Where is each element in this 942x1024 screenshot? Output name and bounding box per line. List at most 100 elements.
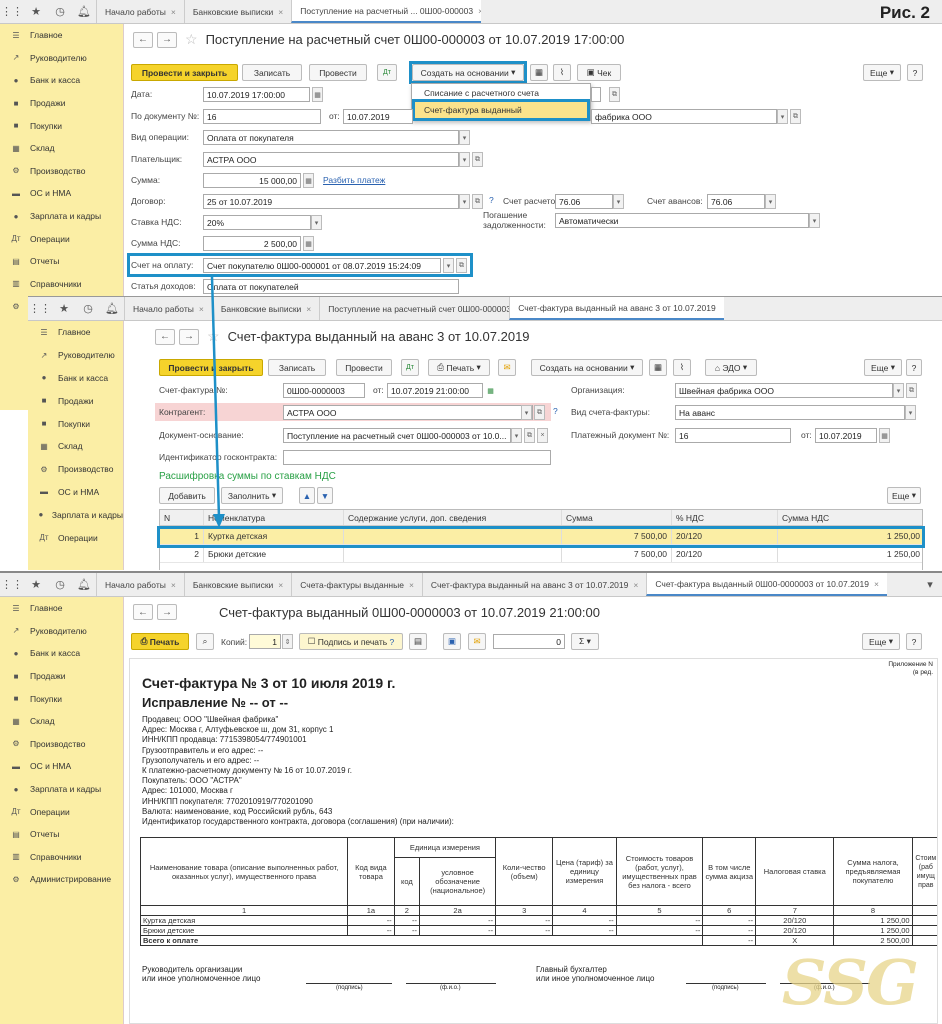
dropdown-icon[interactable]: ▾ <box>765 194 776 209</box>
sidebar-item-5[interactable]: ■ Покупки <box>28 412 123 435</box>
fill-button[interactable]: Заполнить ▾ <box>221 487 283 504</box>
sidebar-item-6[interactable]: ▦ Склад <box>0 710 123 733</box>
sidebar-item-10[interactable]: Дт Операции <box>28 526 123 549</box>
tab-start[interactable]: Начало работы × <box>96 573 184 596</box>
selection-sum-field[interactable]: 0 <box>493 634 565 649</box>
dropdown-icon[interactable]: ▾ <box>893 383 904 398</box>
save-button[interactable]: Записать <box>242 64 302 81</box>
dt-kt-icon[interactable]: Дт <box>377 64 397 81</box>
tab-start[interactable]: Начало работы × <box>96 0 184 23</box>
open-icon[interactable]: ⧉ <box>609 87 620 102</box>
tab-bank-statements[interactable]: Банковские выписки × <box>183 0 291 23</box>
dropdown-icon[interactable]: ▾ <box>459 130 470 145</box>
add-button[interactable]: Добавить <box>159 487 215 504</box>
dropdown-icon[interactable]: ▾ <box>511 428 522 443</box>
close-icon[interactable]: × <box>199 304 204 314</box>
calendar-icon[interactable]: ▦ <box>879 428 890 443</box>
sidebar-item-4[interactable]: ■ Продажи <box>0 665 123 688</box>
tab-bank-statements[interactable]: Банковские выписки × <box>211 297 319 320</box>
close-icon[interactable]: × <box>478 6 481 16</box>
sf-kind-select[interactable]: На аванс <box>675 405 905 420</box>
sidebar-item-12[interactable]: ▥ Справочники <box>0 273 123 296</box>
save-disk-icon[interactable]: ▣ <box>443 633 461 650</box>
sidebar-item-8[interactable]: ▬ ОС и НМА <box>0 755 123 778</box>
dt-kt-icon[interactable]: Дт <box>401 359 419 376</box>
post-button[interactable]: Провести <box>336 359 392 376</box>
apps-grid-icon[interactable]: ⋮⋮ <box>0 0 24 23</box>
calculator-icon[interactable]: ▦ <box>303 236 314 251</box>
sidebar-item-5[interactable]: ■ Покупки <box>0 114 123 137</box>
close-icon[interactable]: × <box>171 580 176 590</box>
calendar-icon[interactable]: ▦ <box>485 383 496 398</box>
move-up-icon[interactable]: ▲ <box>299 487 315 504</box>
open-icon[interactable]: ⧉ <box>472 194 483 209</box>
open-icon[interactable]: ⧉ <box>524 428 535 443</box>
close-icon[interactable]: × <box>874 579 879 589</box>
table-row[interactable]: 2 Брюки детские 7 500,00 20/120 1 250,00 <box>160 546 922 563</box>
forward-button[interactable]: → <box>157 604 177 620</box>
sidebar-item-2[interactable]: ↗ Руководителю <box>0 620 123 643</box>
sidebar-item-10[interactable]: Дт Операции <box>0 800 123 823</box>
sf-num-field[interactable]: 0Ш00-0000003 <box>283 383 365 398</box>
sidebar-item-10[interactable]: Дт Операции <box>0 227 123 250</box>
tab-receipt[interactable]: Поступление на расчетный счет 0Ш00-00000… <box>319 297 509 320</box>
receipt-check-button[interactable]: ▣ Чек <box>577 64 621 81</box>
close-icon[interactable]: × <box>409 580 414 590</box>
apps-grid-icon[interactable]: ⋮⋮ <box>28 297 52 320</box>
help-question-icon[interactable]: ? <box>489 195 494 205</box>
acc-calc-field[interactable]: 76.06 <box>555 194 613 209</box>
organization-field[interactable]: фабрика ООО <box>591 109 777 124</box>
history-icon[interactable]: ◷ <box>48 573 72 596</box>
close-icon[interactable]: × <box>306 304 311 314</box>
move-down-icon[interactable]: ▼ <box>317 487 333 504</box>
calendar-icon[interactable]: ▦ <box>312 87 323 102</box>
menu-item-invoice-issued[interactable]: Счет-фактура выданный <box>412 101 590 118</box>
sidebar-item-8[interactable]: ▬ ОС и НМА <box>28 481 123 504</box>
more-button[interactable]: Еще ▾ <box>864 359 902 376</box>
help-question-icon[interactable]: ? <box>390 637 395 647</box>
sidebar-item-11[interactable]: ▤ Отчеты <box>0 823 123 846</box>
help-button[interactable]: ? <box>906 359 922 376</box>
gov-contract-field[interactable] <box>283 450 551 465</box>
sidebar-item-9[interactable]: ● Зарплата и кадры <box>28 503 123 526</box>
open-icon[interactable]: ⧉ <box>534 405 545 420</box>
bookmark-star-icon[interactable]: ☆ <box>185 31 198 48</box>
payer-field[interactable]: АСТРА ООО <box>203 152 459 167</box>
col-vat-sum[interactable]: Сумма НДС <box>778 510 924 525</box>
sidebar-item-2[interactable]: ↗ Руководителю <box>28 344 123 367</box>
open-icon[interactable]: ⧉ <box>906 383 917 398</box>
col-n[interactable]: N <box>160 510 204 525</box>
tab-start[interactable]: Начало работы × <box>124 297 212 320</box>
clear-icon[interactable]: × <box>537 428 548 443</box>
tab-invoice-print[interactable]: Счет-фактура выданный 0Ш00-0000003 от 10… <box>646 573 887 596</box>
notifications-bell-icon[interactable]: 🔔︎ <box>72 0 96 23</box>
organization-field[interactable]: Швейная фабрика ООО <box>675 383 893 398</box>
post-and-close-button[interactable]: Провести и закрыть <box>159 359 263 376</box>
acc-adv-field[interactable]: 76.06 <box>707 194 765 209</box>
open-icon[interactable]: ⧉ <box>456 258 467 273</box>
pay-from-field[interactable]: 10.07.2019 <box>815 428 877 443</box>
close-icon[interactable]: × <box>633 580 638 590</box>
more-button[interactable]: Еще ▾ <box>862 633 900 650</box>
stepper-icon[interactable]: ⇕ <box>282 634 293 649</box>
close-icon[interactable]: × <box>171 7 176 17</box>
base-doc-field[interactable]: Поступление на расчетный счет 0Ш00-00000… <box>283 428 511 443</box>
menu-item-writeoff[interactable]: Списание с расчетного счета <box>412 84 590 101</box>
apps-grid-icon[interactable]: ⋮⋮ <box>0 573 24 596</box>
sign-print-toggle[interactable]: ☐ Подпись и печать ? <box>299 633 403 650</box>
help-question-icon[interactable]: ? <box>553 406 558 416</box>
table-row[interactable]: 1 Куртка детская 7 500,00 20/120 1 250,0… <box>160 528 922 545</box>
dropdown-icon[interactable]: ▾ <box>613 194 624 209</box>
debt-select[interactable]: Автоматически <box>555 213 809 228</box>
edit-document-icon[interactable]: ▤ <box>409 633 427 650</box>
sidebar-item-7[interactable]: ⚙ Производство <box>0 733 123 756</box>
print-button[interactable]: ⎙ Печать ▾ <box>428 359 490 376</box>
email-icon[interactable]: ✉ <box>468 633 486 650</box>
favorites-star-icon[interactable]: ★ <box>24 573 48 596</box>
tab-invoices-issued[interactable]: Счета-фактуры выданные × <box>291 573 422 596</box>
sum-field[interactable]: 15 000,00 <box>203 173 301 188</box>
print-button[interactable]: ⎙ Печать <box>131 633 189 650</box>
sum-mode-button[interactable]: Σ ▾ <box>571 633 599 650</box>
tab-advance-invoice[interactable]: Счет-фактура выданный на аванс 3 от 10.0… <box>421 573 646 596</box>
post-button[interactable]: Провести <box>309 64 367 81</box>
